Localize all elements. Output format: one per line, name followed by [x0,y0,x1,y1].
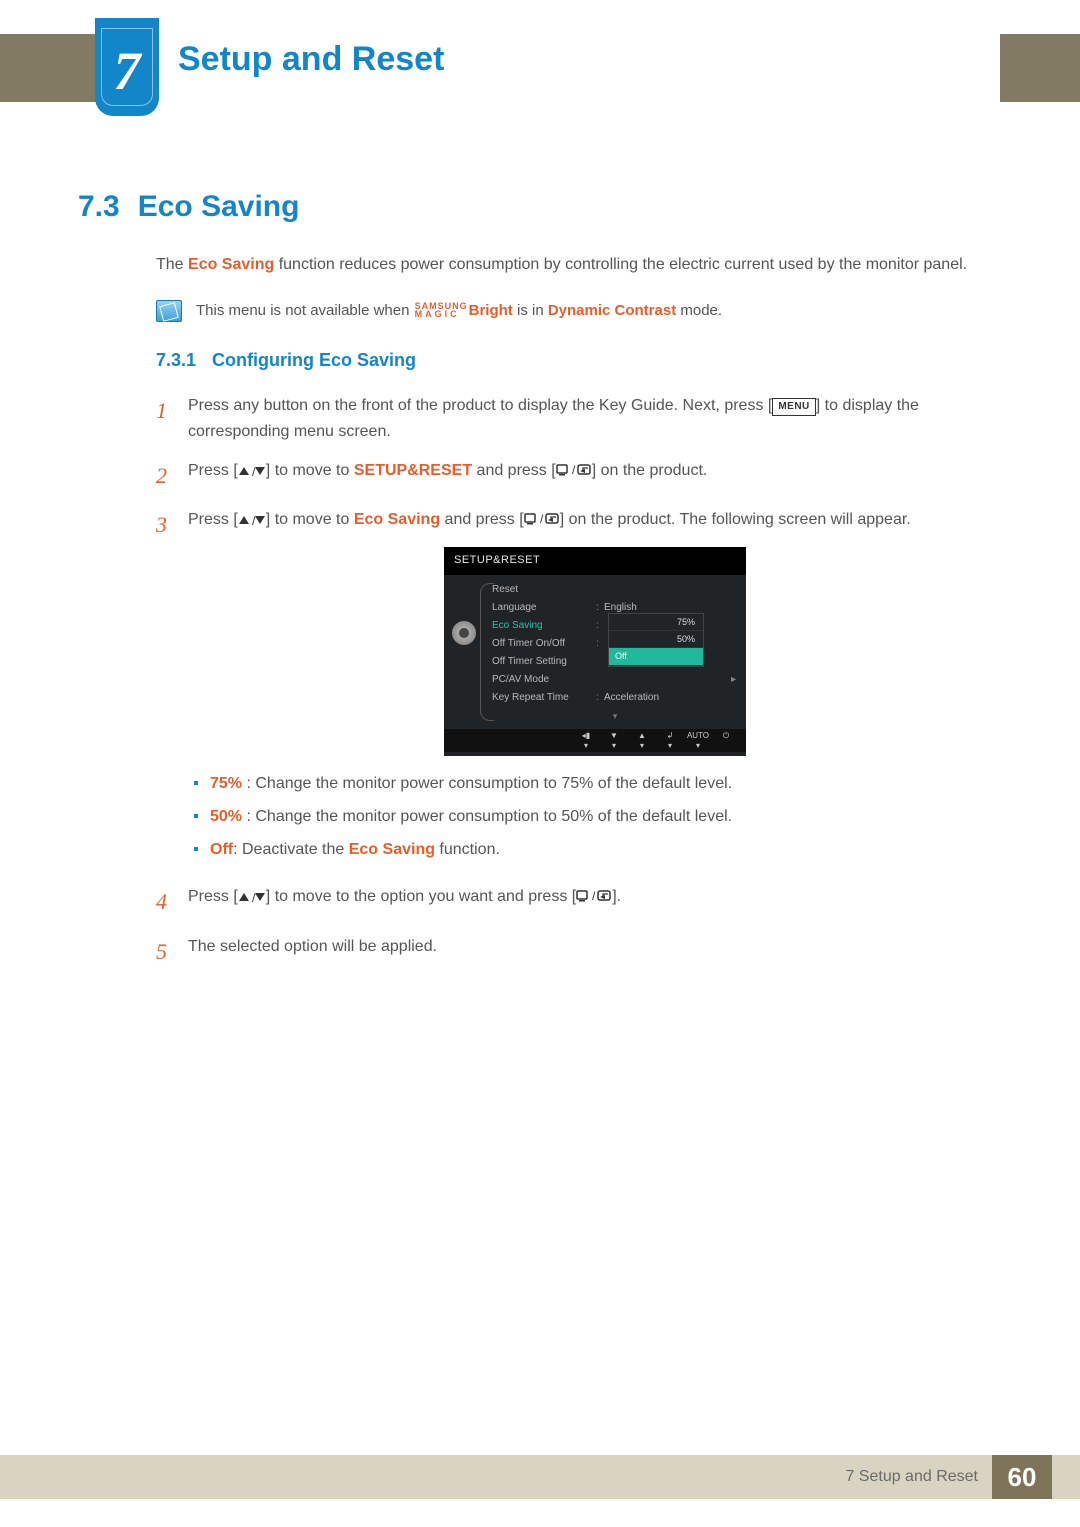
osd-footer: ◂▮▾ ▼▾ ▲▾ ↲▾ AUTO▾ ⏻ [444,729,746,752]
osd-down-icon: ▼▾ [600,731,628,750]
page-content: 7.3 Eco Saving The Eco Saving function r… [78,190,1002,983]
step-number: 3 [156,507,172,870]
step-1: 1 Press any button on the front of the p… [156,393,1002,444]
bullet-75: 75% : Change the monitor power consumpti… [188,772,1002,797]
osd-up-icon: ▲▾ [628,731,656,750]
osd-bracket [480,583,494,721]
subsection-heading: 7.3.1 Configuring Eco Saving [156,350,1002,371]
step-number: 4 [156,884,172,919]
osd-row-pcav: PC/AV Mode▸ [492,671,738,689]
up-down-icon: / [238,511,266,528]
svg-text:/: / [252,891,256,903]
subsection-title: Configuring Eco Saving [212,350,416,371]
section-heading: 7.3 Eco Saving [78,190,1002,224]
source-enter-icon: / [524,511,560,528]
page-footer: 7 Setup and Reset 60 [0,1455,1080,1499]
step-2: 2 Press [/] to move to SETUP&RESET and p… [156,458,1002,493]
svg-text:/: / [592,889,596,903]
osd-title: SETUP&RESET [444,547,746,575]
term-eco-saving: Eco Saving [188,256,274,273]
osd-screenshot: SETUP&RESET Reset Language:English Eco S… [188,547,1002,756]
section-title: Eco Saving [138,190,300,224]
steps-list: 1 Press any button on the front of the p… [156,393,1002,969]
chapter-tab: 7 [95,18,159,116]
bullet-off: Off: Deactivate the Eco Saving function. [188,838,1002,863]
step-number: 1 [156,393,172,444]
option-bullets: 75% : Change the monitor power consumpti… [188,772,1002,862]
chevron-down-icon: ▾ [492,707,738,723]
chapter-number: 7 [95,40,159,102]
osd-enter-icon: ↲▾ [656,731,684,750]
osd-option-75: 75% [609,614,703,631]
source-enter-icon: / [556,462,592,479]
section-number: 7.3 [78,190,120,224]
note: This menu is not available when SAMSUNGM… [156,300,1002,323]
svg-text:/: / [572,463,576,477]
osd-row-key-repeat: Key Repeat Time:Acceleration [492,689,738,707]
osd-power-icon: ⏻ [712,731,740,750]
subsection-number: 7.3.1 [156,350,196,371]
chapter-title: Setup and Reset [178,40,444,79]
osd-row-reset: Reset [492,581,738,599]
samsung-magic-logo: SAMSUNGMAGIC [415,302,468,318]
svg-text:/: / [252,465,256,477]
step-number: 5 [156,934,172,969]
step-4: 4 Press [/] to move to the option you wa… [156,884,1002,919]
bullet-50: 50% : Change the monitor power consumpti… [188,805,1002,830]
up-down-icon: / [238,462,266,479]
menu-button-icon: MENU [772,398,815,416]
gear-icon [452,621,476,645]
intro-paragraph: The Eco Saving function reduces power co… [156,252,1002,278]
note-text: This menu is not available when SAMSUNGM… [196,300,722,323]
osd-option-50: 50% [609,631,703,648]
up-down-icon: / [238,888,266,905]
step-number: 2 [156,458,172,493]
svg-text:/: / [252,514,256,526]
chevron-right-icon: ▸ [731,672,736,688]
osd-back-icon: ◂▮▾ [572,731,600,750]
osd-dropdown: 75% 50% Off [608,613,704,667]
svg-text:/: / [540,512,544,526]
note-icon [156,300,182,322]
source-enter-icon: / [576,888,612,905]
footer-breadcrumb: 7 Setup and Reset [845,1468,978,1486]
osd-auto-icon: AUTO▾ [684,731,712,750]
page-number: 60 [992,1455,1052,1499]
osd-option-off: Off [609,648,703,665]
step-3: 3 Press [/] to move to Eco Saving and pr… [156,507,1002,870]
step-5: 5 The selected option will be applied. [156,934,1002,969]
